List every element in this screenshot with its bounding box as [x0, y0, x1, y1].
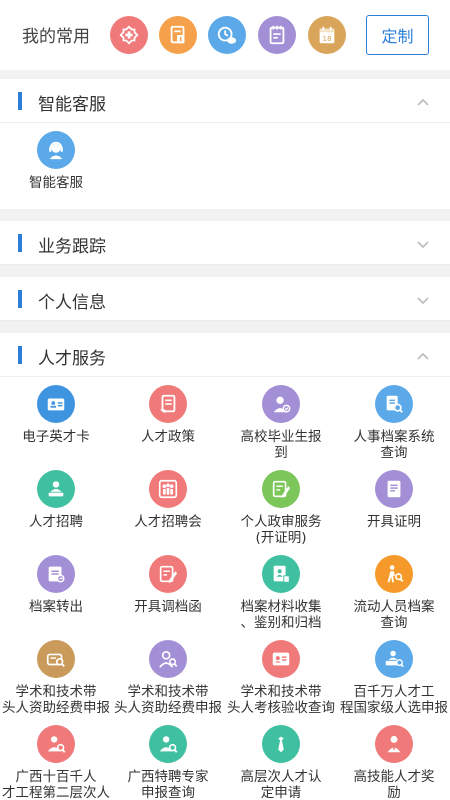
grid-item-label: 广西特聘专家 申报查询	[127, 769, 209, 800]
grid-item-label: 人事档案系统 查询	[353, 429, 435, 461]
grid-item-e-talent-card[interactable]: 电子英才卡	[0, 385, 112, 465]
section-title: 个人信息	[38, 293, 106, 313]
section-title: 人才服务	[38, 349, 106, 369]
leader-search-icon	[149, 640, 187, 678]
grid-item-political-review[interactable]: 个人政审服务 (开证明)	[225, 470, 337, 550]
grid-item-skill-award[interactable]: 高技能人才奖 励	[338, 725, 450, 800]
grid-item-academic-funding-1[interactable]: 学术和技术带 头人资助经费申报	[0, 640, 112, 720]
grid-item-label: 开具调档函	[134, 599, 202, 615]
grid-item-label: 流动人员档案 查询	[353, 599, 435, 631]
grid-item-label: 智能客服	[29, 175, 83, 191]
grid-item-job-fair[interactable]: 人才招聘会	[112, 470, 224, 550]
grid-item-academic-funding-2[interactable]: 学术和技术带 头人资助经费申报	[112, 640, 224, 720]
graduate-icon	[262, 385, 300, 423]
transfer-letter-icon	[149, 555, 187, 593]
grid-item-archive-collect[interactable]: 档案材料收集 、鉴别和归档	[225, 555, 337, 635]
national-talent-icon	[375, 640, 413, 678]
grid-item-academic-assessment[interactable]: 学术和技术带 头人考核验收查询	[225, 640, 337, 720]
grid-item-label: 人才政策	[141, 429, 195, 445]
archive-search-icon	[375, 385, 413, 423]
customize-button[interactable]: 定制	[366, 15, 429, 55]
expert-search-icon	[149, 725, 187, 763]
section-accent-bar	[18, 92, 22, 110]
section-accent-bar	[18, 346, 22, 364]
guangxi-talent-icon	[37, 725, 75, 763]
section-header-business-tracking[interactable]: 业务跟踪	[0, 221, 450, 265]
grid-item-label: 档案转出	[29, 599, 83, 615]
favorite-chat-clock-icon[interactable]	[208, 16, 246, 54]
chevron-up-icon[interactable]	[416, 349, 430, 363]
grid-item-transfer-letter[interactable]: 开具调档函	[112, 555, 224, 635]
section-business-tracking: 业务跟踪	[0, 221, 450, 265]
review-pen-icon	[262, 470, 300, 508]
grid-item-label: 开具证明	[367, 514, 421, 530]
skill-award-icon	[375, 725, 413, 763]
policy-doc-icon	[149, 385, 187, 423]
grid-item-archive-transfer-out[interactable]: 档案转出	[0, 555, 112, 635]
grid-item-national-talent[interactable]: 百千万人才工 程国家级人选申报	[338, 640, 450, 720]
grid-item-talent-policy[interactable]: 人才政策	[112, 385, 224, 465]
favorite-notepad-icon[interactable]	[258, 16, 296, 54]
grid-item-personnel-archive-query[interactable]: 人事档案系统 查询	[338, 385, 450, 465]
section-accent-bar	[18, 234, 22, 252]
grid-item-guangxi-expert[interactable]: 广西特聘专家 申报查询	[112, 725, 224, 800]
grid-item-label: 广西十百千人 才工程第二层次人	[2, 769, 110, 800]
grid-item-label: 档案材料收集 、鉴别和归档	[240, 599, 322, 631]
grid-item-issue-certificate[interactable]: 开具证明	[338, 470, 450, 550]
section-personal-info: 个人信息	[0, 277, 450, 321]
archive-collect-icon	[262, 555, 300, 593]
mobile-person-search-icon	[375, 555, 413, 593]
grid-item-label: 高校毕业生报 到	[240, 429, 322, 461]
section-header-smart-service[interactable]: 智能客服	[0, 79, 450, 123]
favorite-document-icon[interactable]	[159, 16, 197, 54]
grid-item-label: 电子英才卡	[22, 429, 90, 445]
id-card-icon	[37, 385, 75, 423]
grid-item-label: 学术和技术带 头人资助经费申报	[2, 684, 110, 716]
chevron-up-icon[interactable]	[416, 95, 430, 109]
job-fair-icon	[149, 470, 187, 508]
chevron-down-icon[interactable]	[416, 237, 430, 251]
grid-item-label: 学术和技术带 头人资助经费申报	[114, 684, 222, 716]
favorite-calendar-icon[interactable]: 18	[308, 16, 346, 54]
grid-item-label: 百千万人才工 程国家级人选申报	[340, 684, 448, 716]
archive-out-icon	[37, 555, 75, 593]
certificate-icon	[375, 470, 413, 508]
grid-item-guangxi-talent[interactable]: 广西十百千人 才工程第二层次人	[0, 725, 112, 800]
customer-service-icon	[37, 131, 75, 169]
section-header-talent-service[interactable]: 人才服务	[0, 333, 450, 377]
high-talent-tie-icon	[262, 725, 300, 763]
favorite-medical-icon[interactable]	[110, 16, 148, 54]
section-title: 业务跟踪	[38, 237, 106, 257]
section-title: 智能客服	[38, 95, 106, 115]
grid-item-label: 高技能人才奖 励	[353, 769, 435, 800]
section-accent-bar	[18, 290, 22, 308]
grid-item-customer-service[interactable]: 智能客服	[0, 131, 112, 191]
section-smart-service: 智能客服 智能客服	[0, 79, 450, 209]
recruit-icon	[37, 470, 75, 508]
grid-item-label: 学术和技术带 头人考核验收查询	[227, 684, 335, 716]
assessment-card-icon	[262, 640, 300, 678]
grid-item-high-level-talent[interactable]: 高层次人才认 定申请	[225, 725, 337, 800]
grid-item-label: 人才招聘会	[134, 514, 202, 530]
section-talent-service: 人才服务 电子英才卡 人才政策 高校毕业生报 到 人事档案系统 查询 人才招聘 …	[0, 333, 450, 800]
grid-item-talent-recruit[interactable]: 人才招聘	[0, 470, 112, 550]
section-header-personal-info[interactable]: 个人信息	[0, 277, 450, 321]
favorites-bar: 我的常用 18 定制	[0, 0, 450, 70]
grid-item-graduate-report[interactable]: 高校毕业生报 到	[225, 385, 337, 465]
favorites-title: 我的常用	[22, 27, 90, 47]
grid-item-label: 个人政审服务 (开证明)	[240, 514, 322, 546]
grid-item-label: 高层次人才认 定申请	[240, 769, 322, 800]
grid-item-label: 人才招聘	[29, 514, 83, 530]
funding-search-icon	[37, 640, 75, 678]
calendar-day-number: 18	[322, 34, 332, 43]
chevron-down-icon[interactable]	[416, 293, 430, 307]
grid-item-mobile-person-archive[interactable]: 流动人员档案 查询	[338, 555, 450, 635]
